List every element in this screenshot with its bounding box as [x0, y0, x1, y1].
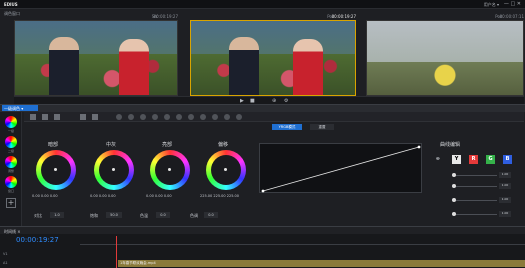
- tab-primary-grading[interactable]: 一级调色 ▾: [2, 105, 38, 111]
- grading-toolbar: [24, 112, 524, 122]
- highlights-values: 0.00 0.00 0.00: [146, 194, 172, 198]
- open-icon[interactable]: [42, 114, 48, 120]
- channel-g-button[interactable]: G: [486, 155, 495, 164]
- timeline-timecode: 00:00:19:27: [16, 236, 59, 244]
- window-wheel-icon[interactable]: [5, 176, 17, 188]
- primary-wheel-icon[interactable]: [5, 116, 17, 128]
- redo-icon[interactable]: [92, 114, 98, 120]
- shadows-values: 0.00 0.00 0.00: [32, 194, 58, 198]
- curve-graph: [261, 145, 421, 193]
- midtones-title: 中灰: [106, 142, 117, 148]
- curve-editor[interactable]: [259, 143, 422, 193]
- tool-button-2[interactable]: [128, 114, 134, 120]
- slider-knob[interactable]: [452, 184, 456, 188]
- tool-button-9[interactable]: [212, 114, 218, 120]
- monitor-2-timecode: 00:00:19:27: [331, 14, 356, 19]
- copy-icon[interactable]: [54, 114, 60, 120]
- tool-button-4[interactable]: [152, 114, 158, 120]
- offset-values: 225.00 225.00 225.00: [200, 194, 239, 198]
- curve-slider-1[interactable]: 1.00: [452, 172, 512, 179]
- timeline-clip[interactable]: 1年春节联欢晚会.mp4: [118, 260, 525, 267]
- color-panel-header: [0, 104, 525, 112]
- slider-knob[interactable]: [452, 198, 456, 202]
- curves-title: 曲线编辑: [440, 142, 461, 148]
- presenter-female: [293, 39, 323, 95]
- tool-button-1[interactable]: [116, 114, 122, 120]
- channel-r-button[interactable]: R: [469, 155, 478, 164]
- highlights-title: 亮部: [162, 142, 173, 148]
- shadows-wheel-handle[interactable]: [54, 168, 57, 171]
- shadows-title: 暗部: [48, 142, 59, 148]
- midtones-wheel-handle[interactable]: [112, 168, 115, 171]
- title-bar: [0, 0, 525, 9]
- sub-toolbar: YRGB模式 重置: [24, 124, 524, 131]
- link-icon[interactable]: ⚭: [435, 155, 441, 163]
- highlights-wheel-handle[interactable]: [168, 168, 171, 171]
- color-temp-field[interactable]: 0.0: [156, 212, 170, 218]
- channel-y-button[interactable]: Y: [452, 155, 461, 164]
- transport-bar: ▶ ■ ⊕ ⚙: [14, 96, 524, 104]
- contrast-field[interactable]: 1.0: [50, 212, 64, 218]
- window-controls[interactable]: — □ ✕: [504, 1, 521, 7]
- curve-slider-3[interactable]: 1.00: [452, 197, 512, 204]
- curve-point-start: [261, 189, 265, 193]
- tint-field[interactable]: 0.0: [204, 212, 218, 218]
- monitor-3-timecode: 00:00:07:11: [499, 14, 524, 19]
- tool-button-7[interactable]: [188, 114, 194, 120]
- midtones-values: 0.00 0.00 0.00: [90, 194, 116, 198]
- user-menu[interactable]: 用户名 ▾: [484, 2, 499, 8]
- tool-button-3[interactable]: [140, 114, 146, 120]
- app-logo: EDIUS: [4, 2, 18, 7]
- add-node-button[interactable]: +: [6, 198, 16, 208]
- tool-button-10[interactable]: [224, 114, 230, 120]
- tool-button-5[interactable]: [164, 114, 170, 120]
- monitor-3-viewer[interactable]: [366, 20, 524, 96]
- curve-point-end: [417, 145, 421, 149]
- slider-knob[interactable]: [452, 173, 456, 177]
- secondary-wheel-icon[interactable]: [5, 136, 17, 148]
- offset-wheel-handle[interactable]: [224, 168, 227, 171]
- timeline-header: 时间线 ×: [0, 226, 525, 234]
- channel-b-button[interactable]: B: [503, 155, 512, 164]
- tool-button-8[interactable]: [200, 114, 206, 120]
- save-icon[interactable]: [30, 114, 36, 120]
- monitor-1-timecode: 00:00:19:27: [153, 14, 178, 19]
- monitor-1-viewer[interactable]: [14, 20, 178, 96]
- curve-slider-4[interactable]: 1.00: [452, 211, 512, 218]
- timeline-ruler[interactable]: [80, 240, 525, 245]
- monitor-2-viewer[interactable]: [190, 20, 356, 96]
- tool-button-6[interactable]: [176, 114, 182, 120]
- tool-button-11[interactable]: [236, 114, 242, 120]
- reset-button[interactable]: 重置: [310, 124, 334, 130]
- track-label-a1: A1: [3, 261, 8, 265]
- adjust-wheel-icon[interactable]: [5, 156, 17, 168]
- slider-knob[interactable]: [452, 212, 456, 216]
- curve-slider-2[interactable]: 1.00: [452, 183, 512, 190]
- saturation-field[interactable]: 50.0: [106, 212, 122, 218]
- offset-title: 偏移: [218, 142, 229, 148]
- undo-icon[interactable]: [80, 114, 86, 120]
- adjustment-controls: 对比 1.0 饱和 50.0 色温 0.0 色调 0.0: [24, 212, 264, 222]
- presenter-female: [119, 39, 149, 95]
- presenter-male: [229, 37, 259, 95]
- yrgb-mode-button[interactable]: YRGB模式: [272, 124, 302, 130]
- track-label-v1: V1: [3, 252, 8, 256]
- playhead[interactable]: [116, 236, 117, 268]
- presenter-male: [49, 37, 79, 95]
